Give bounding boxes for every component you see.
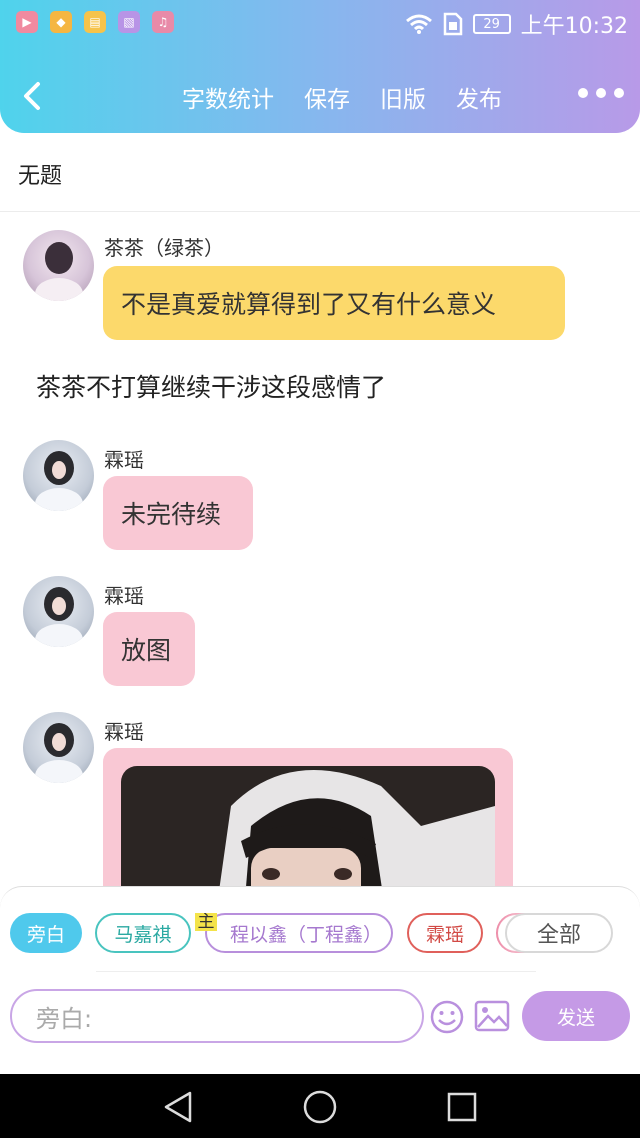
main-character-badge: 主	[195, 913, 217, 932]
role-tab-narrator[interactable]: 旁白	[10, 913, 82, 953]
role-tab-majiaqi[interactable]: 马嘉祺	[95, 913, 191, 953]
input-row: 旁白: 发送	[0, 987, 640, 1043]
status-right: 29 上午10:32	[405, 8, 628, 40]
avatar-image	[35, 451, 83, 511]
old-version-button[interactable]: 旧版	[380, 80, 426, 114]
title-row: 无题	[0, 136, 640, 212]
app-screen: ▶ ◆ ▤ ▧ ♫ 29 上午10:32 字数统计 保存 旧版 发布 无题 茶茶…	[0, 0, 640, 1138]
role-tab-linyao[interactable]: 霖瑶	[407, 913, 483, 953]
sender-name: 霖瑶	[104, 584, 144, 608]
avatar[interactable]	[23, 440, 94, 511]
compose-panel: 旁白 马嘉祺 程以鑫（丁程鑫） 主 霖瑶 全部 旁白: 发送	[0, 886, 640, 1046]
all-roles-button[interactable]: 全部	[505, 913, 613, 953]
message-bubble[interactable]: 放图	[103, 612, 195, 686]
music-app-icon: ♫	[152, 11, 174, 33]
avatar-image	[35, 242, 83, 301]
message-bubble[interactable]: 未完待续	[103, 476, 253, 550]
role-tab-chengyixin[interactable]: 程以鑫（丁程鑫）	[205, 913, 393, 953]
save-button[interactable]: 保存	[304, 80, 350, 114]
back-icon[interactable]	[18, 78, 48, 114]
battery-indicator: 29	[472, 14, 511, 34]
sender-name: 茶茶（绿茶）	[104, 236, 224, 260]
publish-button[interactable]: 发布	[456, 80, 502, 114]
sender-name: 霖瑶	[104, 448, 144, 472]
nav-actions: 字数统计 保存 旧版 发布	[182, 80, 502, 114]
avatar-image	[35, 587, 83, 647]
narration-text[interactable]: 茶茶不打算继续干涉这段感情了	[36, 368, 386, 404]
sim-icon	[443, 12, 462, 36]
document-title[interactable]: 无题	[18, 158, 62, 190]
message-input[interactable]: 旁白:	[10, 989, 424, 1043]
avatar[interactable]	[23, 576, 94, 647]
emoji-icon[interactable]	[429, 999, 465, 1035]
image-picker-icon[interactable]	[474, 999, 510, 1033]
send-button[interactable]: 发送	[522, 991, 630, 1041]
gallery-app-icon: ▧	[118, 11, 140, 33]
clock: 上午10:32	[520, 14, 628, 39]
nav-back-icon[interactable]	[162, 1090, 194, 1124]
role-label: 程以鑫（丁程鑫）	[229, 923, 382, 946]
header-bar: ▶ ◆ ▤ ▧ ♫ 29 上午10:32 字数统计 保存 旧版 发布	[0, 0, 640, 133]
avatar-image	[35, 723, 83, 783]
note-app-icon: ▤	[84, 11, 106, 33]
chat-area[interactable]: 茶茶（绿茶） 不是真爱就算得到了又有什么意义 茶茶不打算继续干涉这段感情了 霖瑶…	[0, 212, 640, 888]
notification-icons: ▶ ◆ ▤ ▧ ♫	[16, 11, 174, 33]
word-count-button[interactable]: 字数统计	[182, 80, 274, 114]
role-selector: 旁白 马嘉祺 程以鑫（丁程鑫） 主 霖瑶 全部	[0, 913, 640, 957]
avatar[interactable]	[23, 712, 94, 783]
wifi-icon	[405, 14, 432, 34]
system-nav-bar	[0, 1074, 640, 1138]
more-icon[interactable]	[578, 88, 624, 98]
message-bubble[interactable]: 不是真爱就算得到了又有什么意义	[103, 266, 565, 340]
message-photo[interactable]	[121, 766, 495, 888]
nav-home-icon[interactable]	[302, 1089, 338, 1125]
nav-recents-icon[interactable]	[446, 1091, 478, 1123]
status-bar: ▶ ◆ ▤ ▧ ♫ 29 上午10:32	[0, 0, 640, 44]
divider	[96, 971, 536, 972]
sender-name: 霖瑶	[104, 720, 144, 744]
game-app-icon: ◆	[50, 11, 72, 33]
nav-bar: 字数统计 保存 旧版 发布	[0, 68, 640, 124]
avatar[interactable]	[23, 230, 94, 301]
video-app-icon: ▶	[16, 11, 38, 33]
image-message-bubble[interactable]	[103, 748, 513, 888]
